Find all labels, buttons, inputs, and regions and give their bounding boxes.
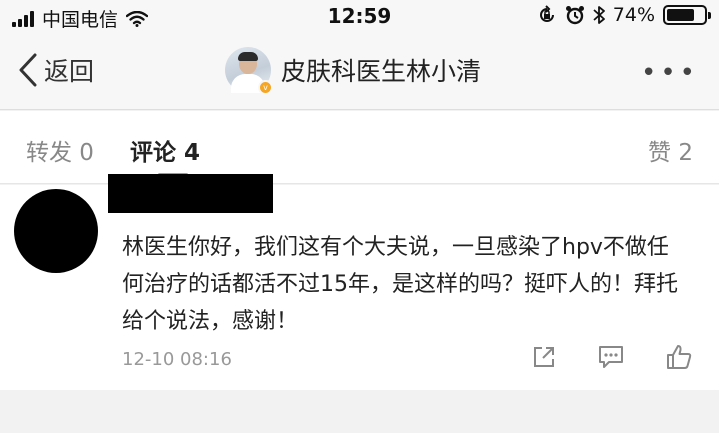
alarm-icon	[565, 6, 584, 25]
battery-icon	[663, 5, 711, 25]
bottom-spacer	[0, 390, 719, 433]
share-icon[interactable]	[531, 344, 557, 370]
bluetooth-icon	[593, 6, 605, 24]
status-bar: 中国电信 12:59 74%	[0, 0, 719, 34]
verified-badge-icon: v	[258, 80, 273, 95]
chevron-left-icon	[19, 53, 37, 87]
battery-percent: 74%	[612, 4, 655, 26]
comment-timestamp: 12-10 08:16	[122, 349, 232, 370]
nav-title-text: 皮肤科医生林小清	[281, 57, 482, 86]
nav-bar: 返回 v 皮肤科医生林小清 •••	[0, 34, 719, 110]
doctor-avatar[interactable]: v	[225, 47, 273, 95]
like-icon[interactable]	[665, 343, 693, 371]
redacted-username	[108, 174, 273, 213]
back-button[interactable]: 返回	[18, 52, 94, 88]
status-right: 74%	[537, 4, 711, 26]
more-options-icon[interactable]: •••	[641, 58, 699, 88]
comment-item: 林医生你好，我们这有个大夫说，一旦感染了hpv不做任何治疗的话都活不过15年，是…	[0, 174, 719, 390]
reply-icon[interactable]	[597, 344, 625, 370]
comment-actions	[531, 343, 693, 371]
tab-comments[interactable]: 评论 4	[130, 133, 200, 167]
tab-reposts[interactable]: 转发 0	[26, 133, 94, 167]
rotation-lock-icon	[539, 5, 554, 22]
nav-title[interactable]: v 皮肤科医生林小清	[225, 47, 482, 95]
tab-likes[interactable]: 赞 2	[648, 133, 693, 167]
back-label: 返回	[44, 57, 95, 86]
commenter-avatar[interactable]	[14, 189, 98, 273]
comment-text: 林医生你好，我们这有个大夫说，一旦感染了hpv不做任何治疗的话都活不过15年，是…	[122, 235, 678, 334]
